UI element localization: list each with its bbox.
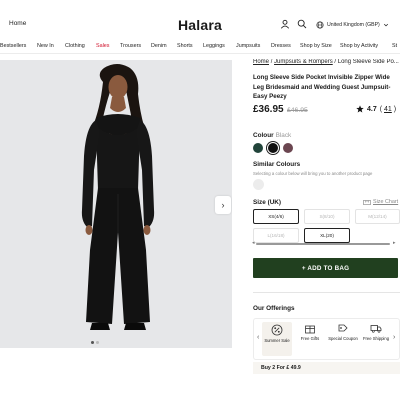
truck-icon <box>370 325 382 333</box>
offer-summer-sale[interactable]: Summer Sale <box>262 322 292 356</box>
site-header: Home Halara United Kingdom (GBP) <box>0 0 400 36</box>
nav-item-bestsellers[interactable]: Bestsellers <box>0 43 26 49</box>
promo-banner[interactable]: Buy 2 For £ 49.9 <box>253 362 400 374</box>
breadcrumb-current: Long Sleeve Side Po... <box>337 59 399 65</box>
colour-swatch-green[interactable] <box>253 143 263 153</box>
colour-label: Colour Black <box>253 132 292 139</box>
nav-item-shop-by-activity[interactable]: Shop by Activity <box>340 43 378 49</box>
review-count[interactable]: ( 41 ) <box>380 106 396 113</box>
product-price: £36.95 <box>253 104 284 115</box>
size-option-xs[interactable]: XS(4/6) <box>253 209 299 224</box>
model-photo <box>81 64 155 330</box>
original-price: £46.95 <box>287 107 308 114</box>
region-label: United Kingdom (GBP) <box>327 22 380 28</box>
offer-free-shipping[interactable]: Free Shipping <box>361 322 391 341</box>
section-divider <box>253 292 400 293</box>
globe-icon <box>316 21 324 29</box>
offerings-prev-icon[interactable]: ‹ <box>257 334 259 341</box>
product-title: Long Sleeve Side Pocket Invisible Zipper… <box>253 74 391 100</box>
scroll-right-icon[interactable]: ▸ <box>393 240 396 246</box>
nav-item-shorts[interactable]: Shorts <box>177 43 193 49</box>
nav-item-shop-by-size[interactable]: Shop by Size <box>300 43 332 49</box>
size-option-l[interactable]: L(16/18) <box>253 228 299 243</box>
offerings-title: Our Offerings <box>253 305 295 312</box>
coupon-icon <box>338 324 348 332</box>
chevron-down-icon <box>383 23 388 27</box>
size-scrollbar[interactable] <box>256 243 390 245</box>
offerings-next-icon[interactable]: › <box>393 334 395 341</box>
gallery-dot[interactable] <box>96 341 99 344</box>
star-icon <box>356 105 364 113</box>
size-label: Size (UK) <box>253 199 282 206</box>
similar-colours-hint: Selecting a colour below will bring you … <box>253 171 373 176</box>
breadcrumb-category[interactable]: Jumpsuits & Rompers <box>274 59 333 65</box>
search-icon[interactable] <box>297 19 307 29</box>
offer-special-coupon[interactable]: Special Coupon <box>328 322 358 341</box>
similar-colour-swatch[interactable] <box>253 179 264 190</box>
offer-free-gifts[interactable]: Free Gifts <box>295 322 325 341</box>
colour-swatch-black[interactable] <box>268 143 278 153</box>
gift-icon <box>305 325 315 334</box>
nav-item-trousers[interactable]: Trousers <box>120 43 141 49</box>
nav-item-denim[interactable]: Denim <box>151 43 167 49</box>
selected-colour: Black <box>275 132 292 139</box>
nav-item-leggings[interactable]: Leggings <box>203 43 225 49</box>
colour-swatch-plum[interactable] <box>283 143 293 153</box>
nav-item-new-in[interactable]: New In <box>37 43 54 49</box>
region-selector[interactable]: United Kingdom (GBP) <box>316 21 389 29</box>
breadcrumb: Home / Jumpsuits & Rompers / Long Sleeve… <box>253 59 399 65</box>
breadcrumb-home[interactable]: Home <box>253 59 269 65</box>
scroll-left-icon[interactable]: ◂ <box>252 240 255 246</box>
category-nav: Bestsellers New In Clothing Sales Trouse… <box>0 40 400 54</box>
user-icon[interactable] <box>280 19 290 29</box>
product-image[interactable]: › <box>0 60 232 348</box>
size-chart-link[interactable]: Size Chart <box>363 199 398 205</box>
add-to-bag-button[interactable]: + ADD TO BAG <box>253 258 398 278</box>
percent-tag-icon <box>271 324 283 336</box>
nav-item-more[interactable]: St <box>392 43 397 49</box>
next-image-button[interactable]: › <box>215 196 231 214</box>
gallery-dots <box>91 341 99 344</box>
nav-item-jumpsuits[interactable]: Jumpsuits <box>236 43 260 49</box>
nav-item-dresses[interactable]: Dresses <box>271 43 291 49</box>
nav-item-clothing[interactable]: Clothing <box>65 43 85 49</box>
nav-item-sales[interactable]: Sales <box>96 43 110 49</box>
size-option-xl[interactable]: XL(20) <box>304 228 350 243</box>
gallery-dot-active[interactable] <box>91 341 94 344</box>
rating-value: 4.7 <box>367 105 377 113</box>
ruler-icon <box>363 199 371 205</box>
size-option-m[interactable]: M(12/14) <box>355 209 400 224</box>
similar-colours-label: Similar Colours <box>253 161 301 168</box>
product-rating[interactable]: 4.7 ( 41 ) <box>356 105 396 113</box>
size-option-s[interactable]: S(8/10) <box>304 209 350 224</box>
